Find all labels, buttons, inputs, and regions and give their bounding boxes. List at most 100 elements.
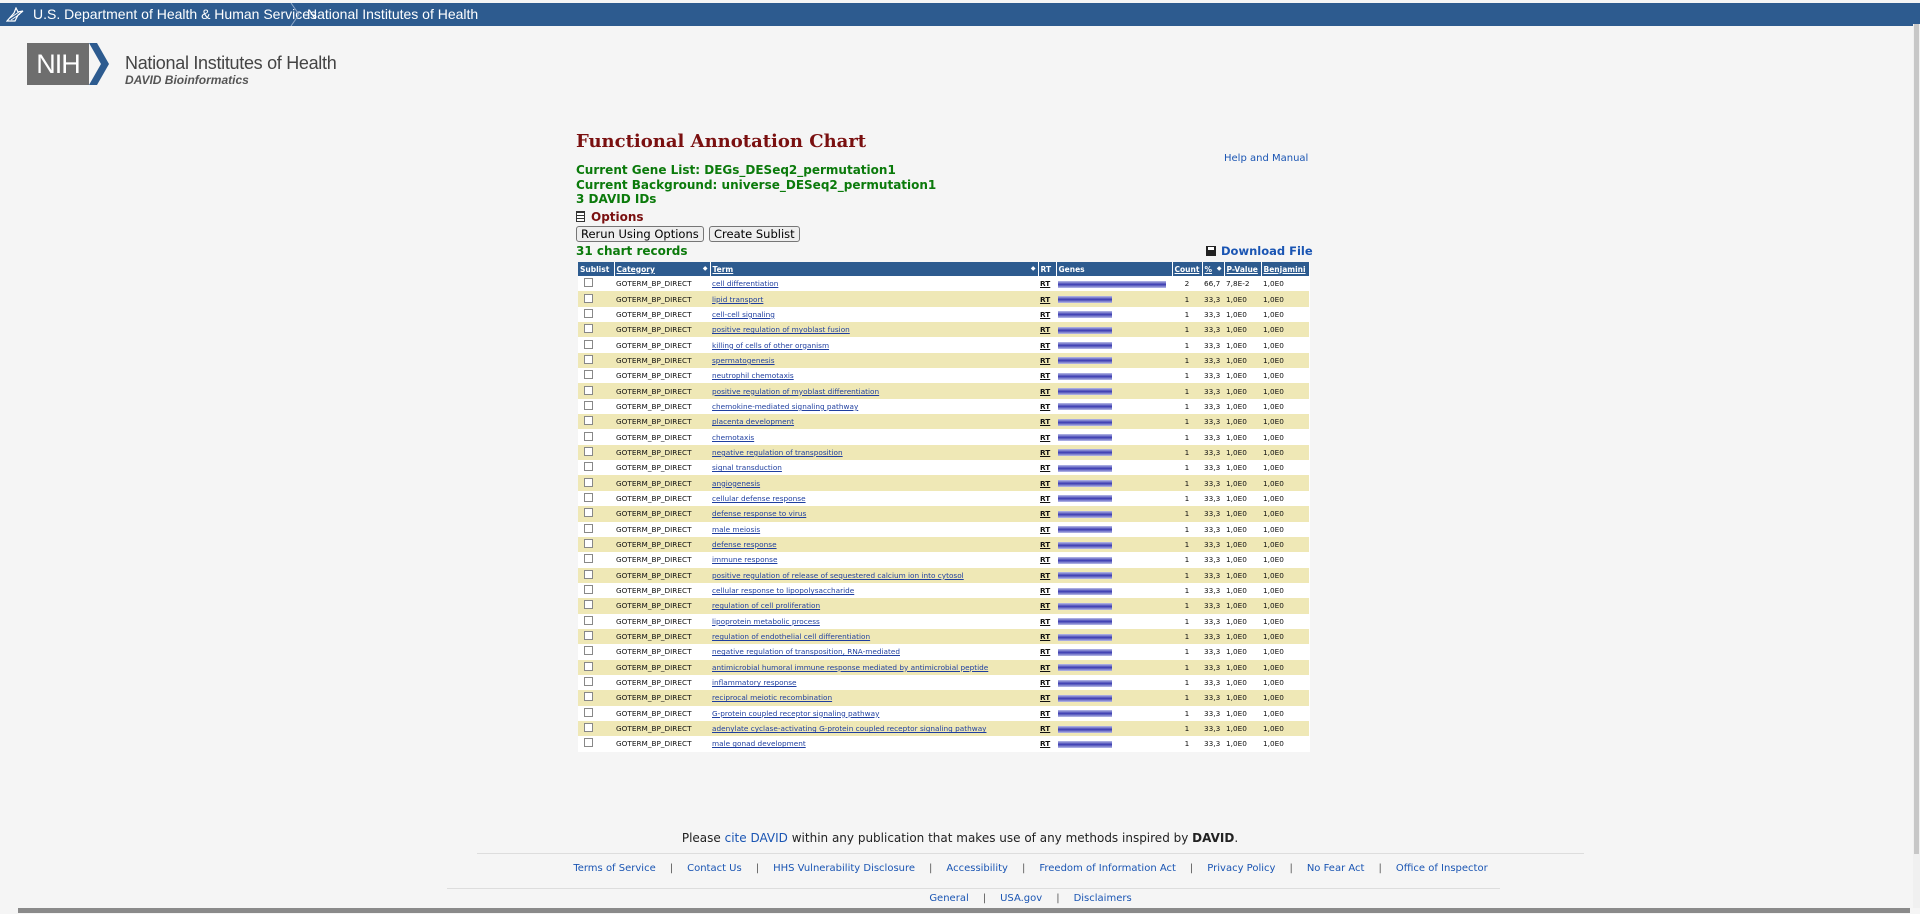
rt-link[interactable]: RT	[1040, 586, 1050, 595]
term-link[interactable]: antimicrobial humoral immune response me…	[712, 663, 988, 672]
sublist-checkbox[interactable]	[584, 293, 593, 303]
sublist-checkbox[interactable]	[584, 707, 593, 717]
genes-bar[interactable]	[1058, 449, 1112, 457]
sublist-checkbox[interactable]	[584, 585, 593, 595]
genes-bar[interactable]	[1058, 618, 1112, 626]
header-term[interactable]: Term ◆	[710, 262, 1039, 276]
term-link[interactable]: positive regulation of release of seques…	[712, 571, 964, 580]
scrollbar-thumb[interactable]	[1914, 24, 1919, 854]
genes-bar[interactable]	[1058, 587, 1112, 595]
rt-link[interactable]: RT	[1040, 663, 1050, 672]
term-link[interactable]: reciprocal meiotic recombination	[712, 693, 832, 702]
sublist-checkbox[interactable]	[584, 370, 593, 380]
genes-bar[interactable]	[1058, 464, 1112, 472]
rt-link[interactable]: RT	[1040, 647, 1050, 656]
genes-bar[interactable]	[1058, 740, 1112, 748]
sublist-checkbox[interactable]	[584, 615, 593, 625]
genes-bar[interactable]	[1058, 388, 1112, 396]
rt-link[interactable]: RT	[1040, 739, 1050, 748]
genes-bar[interactable]	[1058, 434, 1112, 442]
term-link[interactable]: cellular response to lipopolysaccharide	[712, 586, 854, 595]
rt-link[interactable]: RT	[1040, 509, 1050, 518]
sublist-checkbox[interactable]	[584, 738, 593, 748]
sublist-checkbox[interactable]	[584, 431, 593, 441]
footer-link[interactable]: Contact Us	[687, 863, 742, 874]
footer-link[interactable]: Disclaimers	[1074, 893, 1132, 904]
sublist-checkbox[interactable]	[584, 400, 593, 410]
term-link[interactable]: signal transduction	[712, 463, 782, 472]
rt-link[interactable]: RT	[1040, 433, 1050, 442]
term-link[interactable]: chemotaxis	[712, 433, 754, 442]
rt-link[interactable]: RT	[1040, 371, 1050, 380]
footer-link[interactable]: Freedom of Information Act	[1039, 863, 1176, 874]
genes-bar[interactable]	[1058, 280, 1166, 288]
genes-bar[interactable]	[1058, 541, 1112, 549]
sublist-checkbox[interactable]	[584, 539, 593, 549]
footer-link[interactable]: Terms of Service	[573, 863, 655, 874]
sublist-checkbox[interactable]	[584, 339, 593, 349]
term-link[interactable]: positive regulation of myoblast differen…	[712, 387, 879, 396]
sublist-checkbox[interactable]	[584, 446, 593, 456]
genes-bar[interactable]	[1058, 403, 1112, 411]
sublist-checkbox[interactable]	[584, 600, 593, 610]
footer-link[interactable]: USA.gov	[1000, 893, 1042, 904]
header-count[interactable]: Count	[1172, 262, 1203, 276]
sublist-checkbox[interactable]	[584, 677, 593, 687]
sublist-checkbox[interactable]	[584, 646, 593, 656]
genes-bar[interactable]	[1058, 710, 1112, 718]
sublist-checkbox[interactable]	[584, 278, 593, 288]
genes-bar[interactable]	[1058, 326, 1112, 334]
rt-link[interactable]: RT	[1040, 601, 1050, 610]
term-link[interactable]: inflammatory response	[712, 678, 797, 687]
term-link[interactable]: lipid transport	[712, 295, 763, 304]
term-link[interactable]: adenylate cyclase-activating G-protein c…	[712, 724, 986, 733]
term-link[interactable]: regulation of endothelial cell different…	[712, 632, 870, 641]
genes-bar[interactable]	[1058, 495, 1112, 503]
sublist-checkbox[interactable]	[584, 462, 593, 472]
term-link[interactable]: male meiosis	[712, 525, 760, 534]
genes-bar[interactable]	[1058, 418, 1112, 426]
sublist-checkbox[interactable]	[584, 554, 593, 564]
horizontal-scrollbar[interactable]	[18, 908, 1910, 913]
term-link[interactable]: cell-cell signaling	[712, 310, 775, 319]
term-link[interactable]: defense response to virus	[712, 509, 806, 518]
term-link[interactable]: regulation of cell proliferation	[712, 601, 820, 610]
rt-link[interactable]: RT	[1040, 356, 1050, 365]
rt-link[interactable]: RT	[1040, 678, 1050, 687]
rt-link[interactable]: RT	[1040, 417, 1050, 426]
term-link[interactable]: neutrophil chemotaxis	[712, 371, 794, 380]
hhs-link[interactable]: U.S. Department of Health & Human Servic…	[33, 3, 317, 26]
term-link[interactable]: cellular defense response	[712, 494, 806, 503]
term-link[interactable]: angiogenesis	[712, 479, 760, 488]
rt-link[interactable]: RT	[1040, 310, 1050, 319]
vertical-scrollbar[interactable]	[1913, 24, 1920, 908]
term-link[interactable]: spermatogenesis	[712, 356, 775, 365]
genes-bar[interactable]	[1058, 480, 1112, 488]
help-manual-link[interactable]: Help and Manual	[1224, 153, 1308, 164]
genes-bar[interactable]	[1058, 679, 1112, 687]
term-link[interactable]: killing of cells of other organism	[712, 341, 829, 350]
genes-bar[interactable]	[1058, 510, 1112, 518]
header-benjamini[interactable]: Benjamini	[1261, 262, 1310, 276]
genes-bar[interactable]	[1058, 311, 1112, 319]
header-pvalue[interactable]: P-Value	[1224, 262, 1262, 276]
term-link[interactable]: cell differentiation	[712, 279, 778, 288]
term-link[interactable]: negative regulation of transposition, RN…	[712, 647, 900, 656]
sublist-checkbox[interactable]	[584, 308, 593, 318]
sublist-checkbox[interactable]	[584, 477, 593, 487]
nih-logo[interactable]: NIH National Institutes of Health DAVID …	[27, 43, 337, 88]
sublist-checkbox[interactable]	[584, 523, 593, 533]
sublist-checkbox[interactable]	[584, 569, 593, 579]
rt-link[interactable]: RT	[1040, 387, 1050, 396]
cite-david-link[interactable]: cite DAVID	[725, 831, 788, 845]
rt-link[interactable]: RT	[1040, 525, 1050, 534]
footer-link[interactable]: Accessibility	[946, 863, 1008, 874]
footer-link[interactable]: HHS Vulnerability Disclosure	[773, 863, 915, 874]
sublist-checkbox[interactable]	[584, 492, 593, 502]
footer-link[interactable]: No Fear Act	[1307, 863, 1365, 874]
rt-link[interactable]: RT	[1040, 494, 1050, 503]
rt-link[interactable]: RT	[1040, 540, 1050, 549]
sublist-checkbox[interactable]	[584, 416, 593, 426]
sublist-checkbox[interactable]	[584, 385, 593, 395]
sublist-checkbox[interactable]	[584, 324, 593, 334]
